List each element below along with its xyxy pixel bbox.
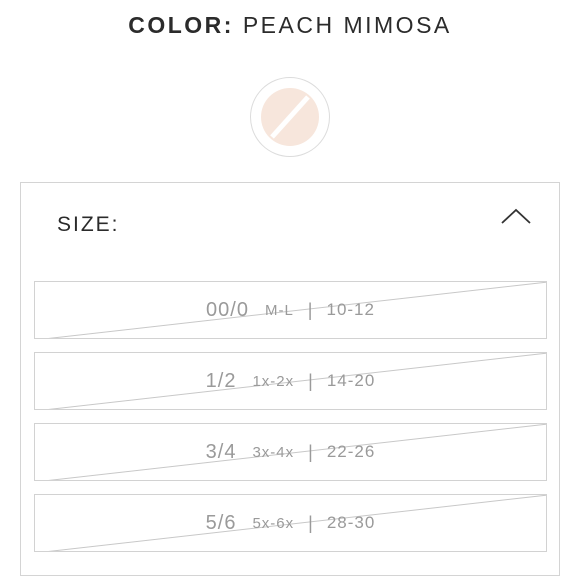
size-option-5-6[interactable]: 5/6 5x-6x | 28-30: [34, 494, 547, 552]
size-option-text: 1/2 1x-2x | 14-20: [35, 353, 546, 409]
size-range: 10-12: [326, 300, 375, 319]
size-range: 14-20: [326, 371, 376, 390]
size-alt-value: 3x-4x: [252, 443, 295, 461]
size-value: 3/4: [205, 440, 237, 463]
size-separator: |: [308, 512, 313, 533]
size-option-1-2[interactable]: 1/2 1x-2x | 14-20: [34, 352, 547, 410]
color-swatch-peach-mimosa[interactable]: [250, 77, 330, 157]
size-selector-panel: SIZE: 00/0 M-L | 10-12 1/2 1x-2x | 14-20…: [20, 182, 560, 576]
chevron-up-icon: [501, 208, 531, 224]
size-separator: |: [308, 441, 313, 462]
size-range: 28-30: [326, 513, 376, 532]
color-value: PEACH MIMOSA: [242, 12, 452, 38]
size-options-list: 00/0 M-L | 10-12 1/2 1x-2x | 14-20 3/4 3…: [34, 281, 547, 565]
swatch-unavailable-icon: [261, 88, 319, 146]
size-option-text: 3/4 3x-4x | 22-26: [35, 424, 546, 480]
size-value: 00/0: [206, 298, 249, 321]
size-option-text: 5/6 5x-6x | 28-30: [35, 495, 546, 551]
size-option-3-4[interactable]: 3/4 3x-4x | 22-26: [34, 423, 547, 481]
size-option-00-0[interactable]: 00/0 M-L | 10-12: [34, 281, 547, 339]
size-alt-value: M-L: [264, 301, 294, 319]
size-alt-value: 1x-2x: [252, 372, 295, 390]
size-alt-value: 5x-6x: [252, 514, 295, 532]
size-value: 5/6: [205, 511, 237, 534]
size-title: SIZE:: [57, 213, 120, 236]
color-heading: COLOR: PEACH MIMOSA: [0, 12, 580, 39]
size-option-text: 00/0 M-L | 10-12: [35, 282, 546, 338]
size-range: 22-26: [326, 442, 376, 461]
size-value: 1/2: [205, 369, 237, 392]
color-label: COLOR:: [128, 12, 234, 38]
size-separator: |: [307, 299, 313, 320]
size-separator: |: [308, 370, 313, 391]
collapse-toggle-button[interactable]: [499, 205, 533, 229]
